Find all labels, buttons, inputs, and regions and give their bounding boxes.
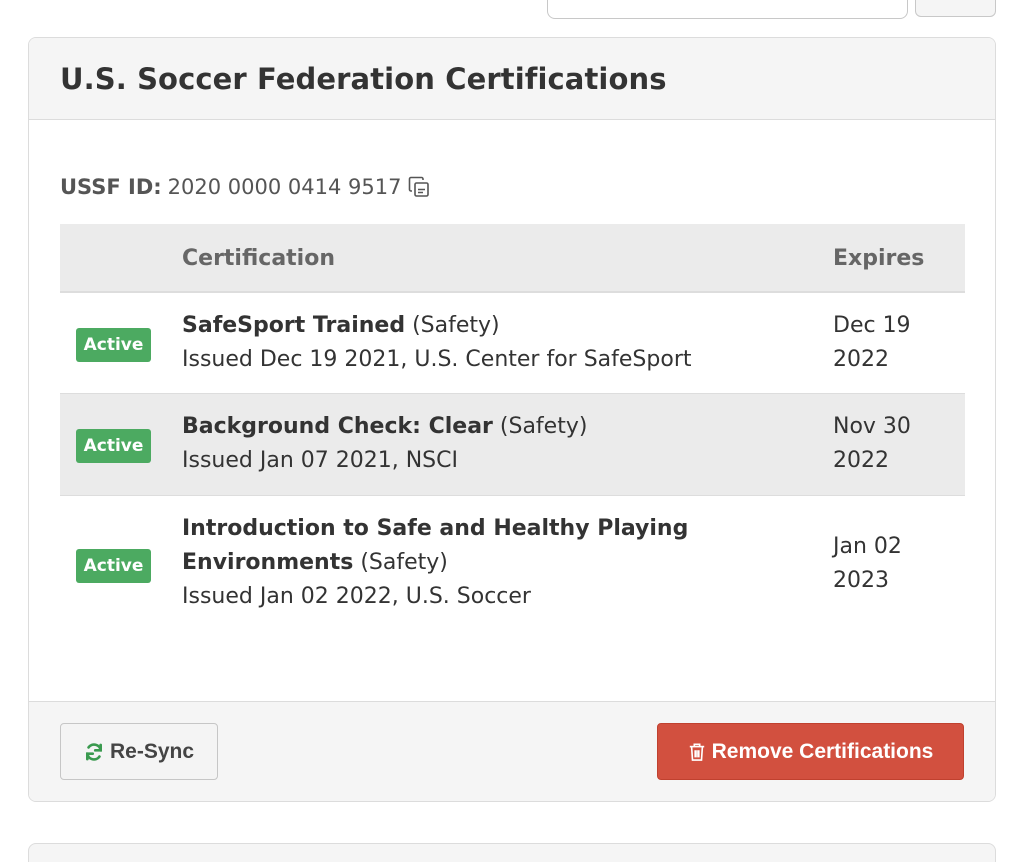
table-row: Active Background Check: Clear (Safety) … [60, 394, 965, 496]
status-badge: Active [76, 429, 151, 463]
expires-year: 2022 [833, 448, 889, 473]
certification-cell: SafeSport Trained (Safety) Issued Dec 19… [182, 309, 692, 377]
panel-footer: Re-Sync Remove Certifications [29, 701, 995, 801]
certifications-table: Certification Expires Active SafeSport T… [60, 224, 965, 630]
certification-issued: Issued Dec 19 2021, U.S. Center for Safe… [182, 347, 692, 372]
remove-certifications-label: Remove Certifications [711, 739, 934, 763]
refresh-icon [84, 742, 104, 762]
certification-category: (Safety) [360, 550, 448, 575]
certification-category: (Safety) [499, 414, 588, 439]
ussf-id-label: USSF ID: [60, 175, 162, 199]
expires-year: 2022 [833, 347, 889, 372]
status-badge: Active [76, 328, 151, 362]
column-header-certification: Certification [182, 246, 336, 271]
certification-name: SafeSport Trained [182, 313, 406, 338]
table-header: Certification Expires [60, 224, 965, 293]
certifications-panel: U.S. Soccer Federation Certifications US… [28, 37, 996, 802]
copy-icon[interactable] [407, 175, 431, 199]
expires-cell: Dec 19 2022 [833, 309, 953, 377]
ussf-id-value: 2020 0000 0414 9517 [167, 175, 402, 199]
next-panel [28, 843, 996, 862]
column-header-expires: Expires [833, 246, 925, 271]
table-row: Active SafeSport Trained (Safety) Issued… [60, 293, 965, 394]
ussf-id-row: USSF ID: 2020 0000 0414 9517 [60, 175, 431, 199]
resync-button[interactable]: Re-Sync [60, 723, 218, 780]
expires-date: Jan 02 [833, 534, 902, 559]
expires-cell: Jan 02 2023 [833, 530, 953, 598]
resync-label: Re-Sync [109, 739, 195, 763]
certification-cell: Introduction to Safe and Healthy Playing… [182, 512, 688, 614]
certification-issued: Issued Jan 02 2022, U.S. Soccer [182, 584, 531, 609]
trash-icon [688, 742, 706, 762]
top-search-input[interactable] [547, 0, 908, 19]
certification-category: (Safety) [412, 313, 500, 338]
expires-year: 2023 [833, 568, 889, 593]
certification-name-continued: Environments [182, 550, 354, 575]
certification-name: Background Check: Clear [182, 414, 493, 439]
certification-issued: Issued Jan 07 2021, NSCI [182, 448, 458, 473]
panel-heading: U.S. Soccer Federation Certifications [29, 38, 995, 120]
table-row: Active Introduction to Safe and Healthy … [60, 496, 965, 630]
certification-cell: Background Check: Clear (Safety) Issued … [182, 410, 587, 478]
status-badge: Active [76, 549, 151, 583]
expires-cell: Nov 30 2022 [833, 410, 953, 478]
expires-date: Dec 19 [833, 313, 911, 338]
certification-name: Introduction to Safe and Healthy Playing [182, 516, 689, 541]
remove-certifications-button[interactable]: Remove Certifications [657, 723, 964, 780]
top-search-button[interactable] [915, 0, 996, 17]
panel-title: U.S. Soccer Federation Certifications [60, 61, 667, 96]
expires-date: Nov 30 [833, 414, 911, 439]
